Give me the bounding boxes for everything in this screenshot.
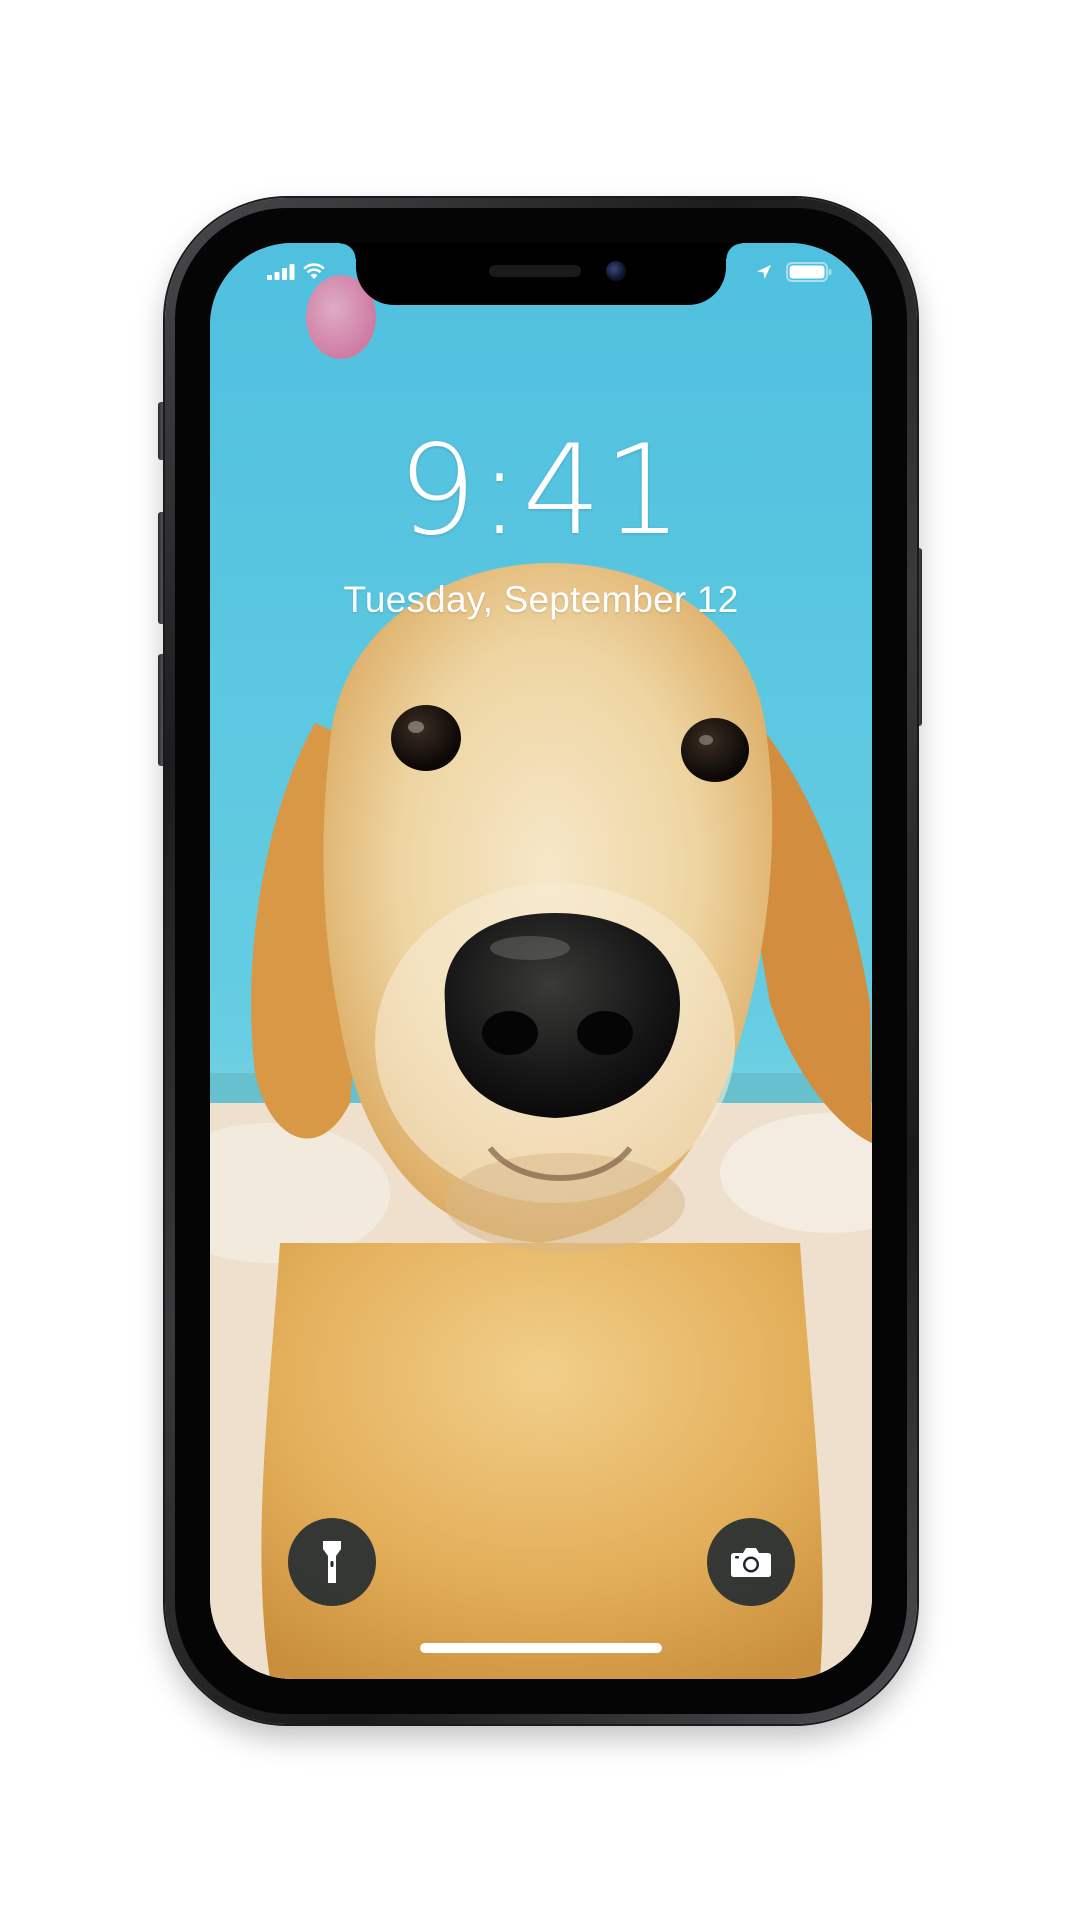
camera-button[interactable] [707, 1518, 795, 1606]
lock-screen-time: 9:41 [397, 419, 685, 563]
lock-screen-date: Tuesday, September 12 [343, 579, 739, 620]
lock-screen: 9:41 Tuesday, September 12 [210, 243, 872, 1679]
camera-icon [731, 1548, 771, 1577]
wifi-icon [303, 263, 325, 279]
phone-frame: 9:41 Tuesday, September 12 [165, 198, 917, 1724]
flashlight-button[interactable] [288, 1518, 376, 1606]
stage: 9:41 Tuesday, September 12 [0, 0, 1080, 1920]
flashlight-icon [323, 1541, 341, 1583]
location-arrow-icon [757, 265, 771, 279]
status-bar-left [267, 263, 325, 280]
battery-icon [786, 262, 832, 282]
front-camera [606, 261, 626, 281]
signal-icon [267, 264, 295, 280]
home-indicator[interactable] [420, 1643, 662, 1653]
notch [340, 243, 742, 305]
status-bar-right [756, 262, 832, 282]
speaker-grille [489, 265, 581, 277]
